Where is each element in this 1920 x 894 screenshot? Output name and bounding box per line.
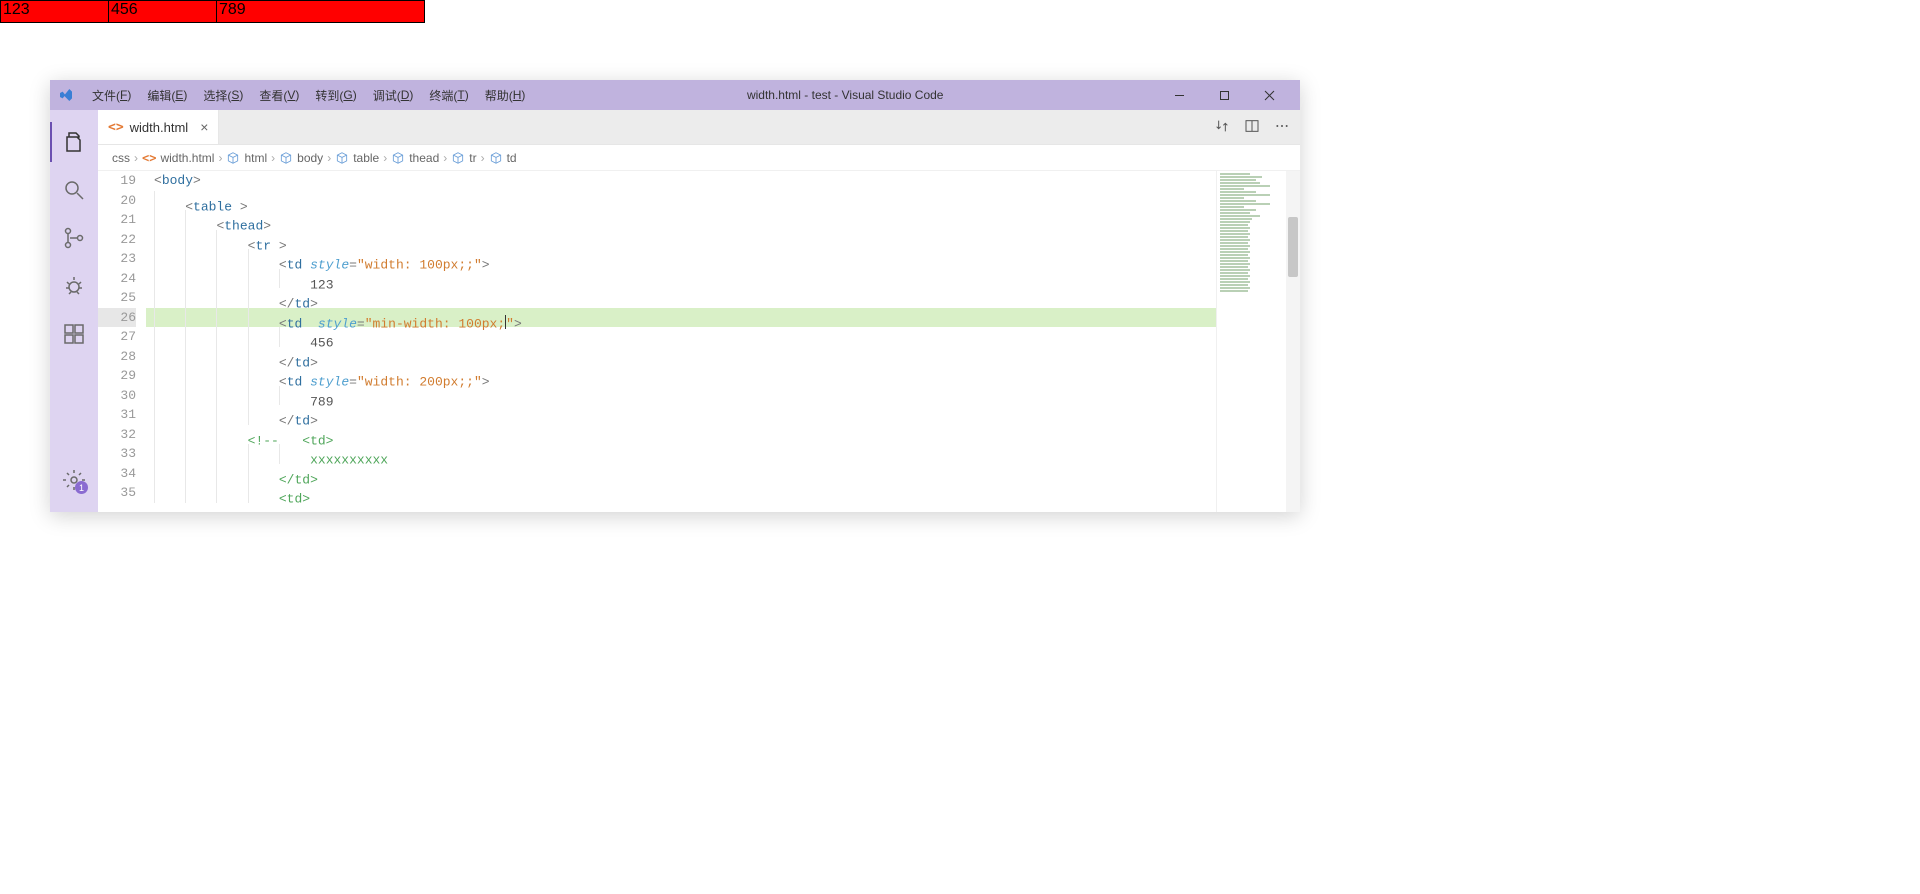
- minimap[interactable]: [1216, 171, 1286, 512]
- code-line[interactable]: xxxxxxxxxx: [146, 444, 1216, 464]
- code-line[interactable]: </td>: [146, 464, 1216, 484]
- breadcrumb-item[interactable]: tr: [451, 151, 476, 165]
- breadcrumb-item[interactable]: td: [489, 151, 517, 165]
- menu-bar: 文件(F)编辑(E)选择(S)查看(V)转到(G)调试(D)终端(T)帮助(H): [84, 87, 533, 104]
- breadcrumb-separator: ›: [481, 151, 485, 165]
- vertical-scrollbar[interactable]: [1286, 171, 1300, 512]
- maximize-button[interactable]: [1202, 80, 1247, 110]
- vscode-icon: [58, 87, 74, 103]
- line-number: 28: [98, 347, 136, 367]
- code-line[interactable]: <td style="width: 200px;;">: [146, 366, 1216, 386]
- rendered-cell-1: 123: [1, 1, 109, 23]
- code-line[interactable]: <table >: [146, 191, 1216, 211]
- menu-item[interactable]: 帮助(H): [477, 87, 534, 104]
- code-line[interactable]: 789: [146, 386, 1216, 406]
- code-line[interactable]: <thead>: [146, 210, 1216, 230]
- rendered-row: 123 456 789: [1, 1, 425, 23]
- breadcrumbs: css › <>width.html › html › body › table › thead › t…: [98, 145, 1300, 171]
- line-number: 30: [98, 386, 136, 406]
- tab-label: width.html: [130, 120, 189, 135]
- breadcrumb-item[interactable]: <>width.html: [142, 151, 214, 165]
- line-number: 25: [98, 288, 136, 308]
- breadcrumb-item[interactable]: css: [112, 151, 130, 165]
- line-number: 34: [98, 464, 136, 484]
- line-number: 23: [98, 249, 136, 269]
- breadcrumb-item[interactable]: body: [279, 151, 323, 165]
- window-controls: [1157, 80, 1292, 110]
- window-title: width.html - test - Visual Studio Code: [533, 88, 1157, 102]
- line-number-gutter: 1920212223242526272829303132333435: [98, 171, 146, 512]
- tab-bar: <> width.html ×: [98, 110, 1300, 145]
- menu-item[interactable]: 终端(T): [421, 87, 476, 104]
- activity-bar: 1: [50, 110, 98, 512]
- rendered-cell-2: 456: [109, 1, 217, 23]
- breadcrumb-separator: ›: [218, 151, 222, 165]
- breadcrumb-separator: ›: [134, 151, 138, 165]
- code-line[interactable]: <td style="min-width: 100px;">: [146, 308, 1216, 328]
- code-line[interactable]: 123: [146, 269, 1216, 289]
- menu-item[interactable]: 调试(D): [365, 87, 422, 104]
- code-line[interactable]: <!-- <td>: [146, 425, 1216, 445]
- code-line[interactable]: <tr >: [146, 230, 1216, 250]
- menu-item[interactable]: 编辑(E): [139, 87, 195, 104]
- breadcrumb-item[interactable]: thead: [391, 151, 439, 165]
- line-number: 32: [98, 425, 136, 445]
- editor-group: <> width.html × css›<>width: [98, 110, 1300, 512]
- explorer-activity[interactable]: [50, 118, 98, 166]
- line-number: 31: [98, 405, 136, 425]
- breadcrumb-separator: ›: [383, 151, 387, 165]
- main-area: 1 <> width.html ×: [50, 110, 1300, 512]
- breadcrumb-separator: ›: [327, 151, 331, 165]
- code-line[interactable]: 456: [146, 327, 1216, 347]
- tab-actions: [1214, 110, 1300, 144]
- settings-badge: 1: [75, 481, 88, 494]
- line-number: 29: [98, 366, 136, 386]
- tab-width-html[interactable]: <> width.html ×: [98, 110, 219, 144]
- menu-item[interactable]: 文件(F): [84, 87, 139, 104]
- code-line[interactable]: <td style="width: 100px;;">: [146, 249, 1216, 269]
- breadcrumb-item[interactable]: table: [335, 151, 379, 165]
- html-file-icon: <>: [108, 120, 124, 135]
- line-number: 21: [98, 210, 136, 230]
- title-bar: 文件(F)编辑(E)选择(S)查看(V)转到(G)调试(D)终端(T)帮助(H)…: [50, 80, 1300, 110]
- extensions-activity[interactable]: [50, 310, 98, 358]
- line-number: 19: [98, 171, 136, 191]
- breadcrumb-item[interactable]: html: [226, 151, 267, 165]
- breadcrumb-separator: ›: [443, 151, 447, 165]
- source-control-activity[interactable]: [50, 214, 98, 262]
- vscode-window: 文件(F)编辑(E)选择(S)查看(V)转到(G)调试(D)终端(T)帮助(H)…: [50, 80, 1300, 512]
- menu-item[interactable]: 查看(V): [251, 87, 307, 104]
- code-line[interactable]: </td>: [146, 347, 1216, 367]
- debug-activity[interactable]: [50, 262, 98, 310]
- rendered-cell-3: 789: [217, 1, 425, 23]
- editor-body: 1920212223242526272829303132333435 <body…: [98, 171, 1300, 512]
- scrollbar-thumb[interactable]: [1288, 217, 1298, 277]
- code-line[interactable]: </td>: [146, 405, 1216, 425]
- line-number: 22: [98, 230, 136, 250]
- code-content[interactable]: <body> <table > <thead> <tr > <td style=…: [146, 171, 1216, 512]
- settings-activity[interactable]: 1: [50, 456, 98, 504]
- tab-close-icon[interactable]: ×: [200, 119, 208, 135]
- close-button[interactable]: [1247, 80, 1292, 110]
- split-editor-icon[interactable]: [1244, 118, 1260, 137]
- rendered-html-table: 123 456 789: [0, 0, 425, 23]
- compare-changes-icon[interactable]: [1214, 118, 1230, 137]
- menu-item[interactable]: 选择(S): [195, 87, 251, 104]
- more-actions-icon[interactable]: [1274, 118, 1290, 137]
- line-number: 24: [98, 269, 136, 289]
- code-line[interactable]: <td>: [146, 483, 1216, 503]
- code-line[interactable]: </td>: [146, 288, 1216, 308]
- line-number: 35: [98, 483, 136, 503]
- line-number: 33: [98, 444, 136, 464]
- search-activity[interactable]: [50, 166, 98, 214]
- code-line[interactable]: <body>: [146, 171, 1216, 191]
- line-number: 27: [98, 327, 136, 347]
- menu-item[interactable]: 转到(G): [307, 87, 364, 104]
- minimize-button[interactable]: [1157, 80, 1202, 110]
- line-number: 20: [98, 191, 136, 211]
- breadcrumb-separator: ›: [271, 151, 275, 165]
- line-number: 26: [98, 308, 136, 328]
